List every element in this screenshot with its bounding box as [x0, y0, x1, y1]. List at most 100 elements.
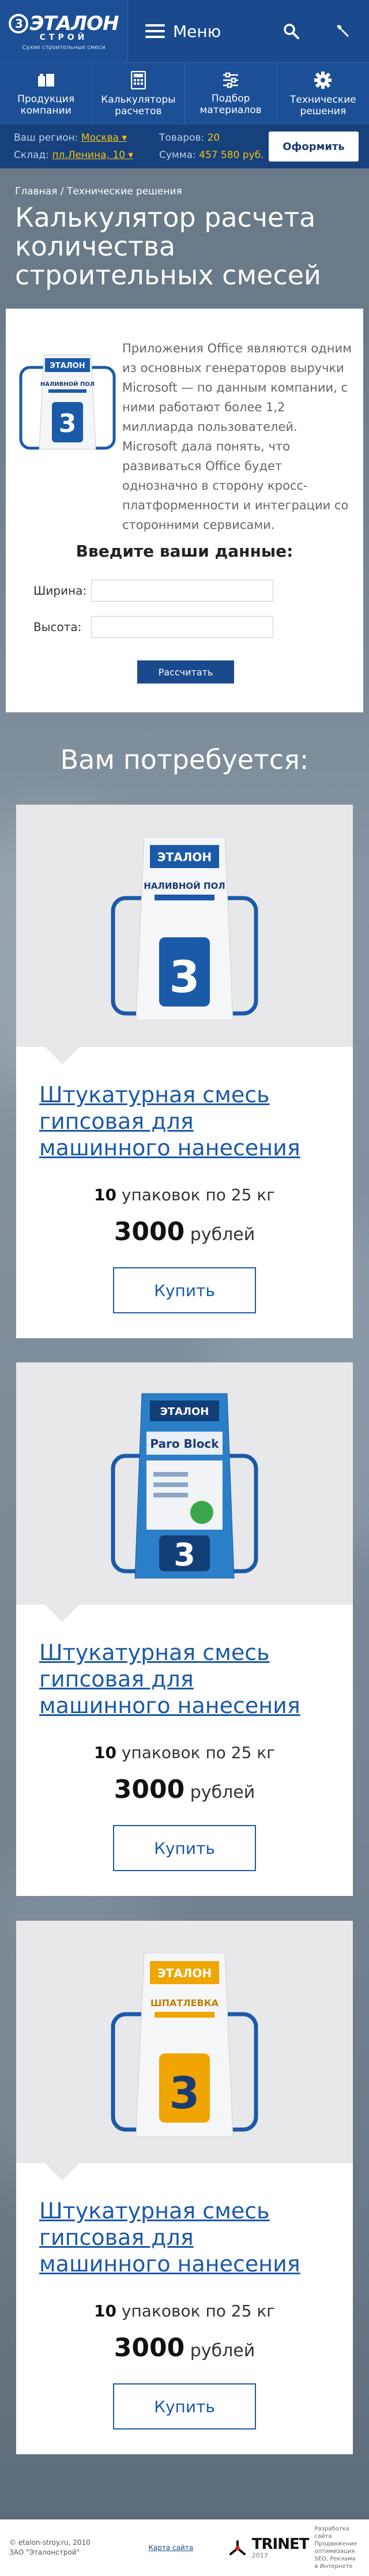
calculator-form-title: Введите ваши данные:: [76, 542, 293, 561]
store-select[interactable]: пл.Ленина, 10 ▾: [52, 149, 133, 161]
product-quantity: 10 упаковок по 25 кг: [16, 2301, 353, 2320]
store-label: Склад:: [14, 149, 49, 161]
product-name-link[interactable]: Штукатурная смесь гипсовая для машинного…: [39, 1639, 330, 1719]
calculator-product-image: ЭТАЛОН НАЛИВНОЙ ПОЛ 3: [18, 344, 116, 456]
trinet-logo[interactable]: TRINET 2017: [228, 2537, 309, 2559]
nav-item-products[interactable]: Продукция компании: [0, 63, 93, 125]
svg-text:НАЛИВНОЙ ПОЛ: НАЛИВНОЙ ПОЛ: [144, 880, 225, 891]
trinet-name: TRINET: [251, 2535, 310, 2553]
goods-label: Товаров:: [159, 132, 205, 144]
svg-text:ЭТАЛОН: ЭТАЛОН: [157, 850, 212, 864]
nav-label: Технические решения: [290, 93, 356, 117]
sitemap-link[interactable]: Карта сайта: [148, 2544, 193, 2552]
svg-text:ЭТАЛОН: ЭТАЛОН: [160, 1406, 209, 1418]
product-quantity: 10 упаковок по 25 кг: [16, 1185, 353, 1204]
price-unit: рублей: [190, 2341, 255, 2361]
header: 3 ЭТАЛОН СТРОЙ Сухие строительные смеси …: [0, 0, 369, 62]
page-title: Калькулятор расчета количества строитель…: [15, 202, 321, 291]
logo[interactable]: 3 ЭТАЛОН СТРОЙ Сухие строительные смеси: [0, 0, 128, 62]
breadcrumb: Главная / Технические решения: [0, 168, 369, 197]
bags-icon: [37, 73, 54, 87]
calculator-card: ЭТАЛОН НАЛИВНОЙ ПОЛ 3 Приложения Office …: [6, 309, 363, 712]
width-label: Ширина:: [33, 584, 87, 598]
nav-item-calculators[interactable]: Калькуляторы расчетов: [92, 63, 185, 125]
menu-label: Меню: [173, 21, 221, 41]
buy-button[interactable]: Купить: [113, 1267, 256, 1313]
sitemap: Карта сайта: [148, 2544, 227, 2552]
height-label: Высота:: [33, 620, 82, 634]
height-input[interactable]: [91, 616, 273, 638]
product-card: ЭТАЛОН ШПАТЛЕВКА 3 Штукатурная смесь гип…: [16, 1921, 353, 2454]
svg-text:НАЛИВНОЙ ПОЛ: НАЛИВНОЙ ПОЛ: [40, 380, 95, 388]
quantity-number: 10: [94, 1185, 117, 1204]
nav-item-materials[interactable]: Подбор материалов: [185, 63, 277, 125]
logo-mark: 3 ЭТАЛОН: [9, 12, 119, 35]
calculate-button[interactable]: Рассчитать: [137, 660, 234, 684]
nav-item-tech[interactable]: Технические решения: [277, 63, 369, 125]
goods-count: 20: [207, 132, 220, 144]
sum-label: Сумма:: [159, 149, 196, 161]
product-quantity: 10 упаковок по 25 кг: [16, 1743, 353, 1762]
svg-text:3: 3: [170, 951, 200, 1002]
copyright-line: © etalon-stroy.ru, 2010: [9, 2539, 91, 2547]
breadcrumb-link[interactable]: Главная / Технические решения: [15, 186, 182, 197]
svg-text:3: 3: [59, 409, 77, 438]
product-image[interactable]: ЭТАЛОН НАЛИВНОЙ ПОЛ 3: [110, 828, 259, 1032]
nav-label: Подбор материалов: [199, 92, 262, 116]
svg-text:Paro Block: Paro Block: [150, 1437, 219, 1451]
price-unit: рублей: [190, 1782, 255, 1803]
svg-text:ШПАТЛЕВКА: ШПАТЛЕВКА: [150, 1997, 219, 2008]
product-image[interactable]: ЭТАЛОН ШПАТЛЕВКА 3: [110, 1944, 259, 2148]
logo-text: ЭТАЛОН: [29, 12, 119, 35]
price-number: 3000: [114, 1217, 185, 1246]
quantity-number: 10: [94, 1743, 117, 1762]
svg-text:3: 3: [174, 1537, 195, 1573]
trinet-icon: [229, 2540, 246, 2555]
menu-button[interactable]: Меню: [128, 0, 265, 62]
quantity-number: 10: [94, 2301, 117, 2320]
logo-c3-icon: 3: [9, 13, 29, 33]
price-number: 3000: [114, 2333, 185, 2363]
copyright-company: ЗАО "Эталонстрой": [9, 2548, 80, 2556]
product-image[interactable]: ЭТАЛОН Paro Block 3: [110, 1385, 259, 1590]
wrench-icon: [337, 25, 349, 37]
width-row: Ширина:: [33, 580, 273, 602]
price-number: 3000: [114, 1775, 185, 1804]
footer: © etalon-stroy.ru, 2010 ЗАО "Эталонстрой…: [0, 2519, 369, 2576]
region-select[interactable]: Москва ▾: [81, 132, 127, 144]
search-button[interactable]: [265, 0, 317, 62]
nav-label: Калькуляторы расчетов: [101, 93, 176, 117]
main-nav: Продукция компании Калькуляторы расчетов…: [0, 62, 369, 125]
product-image-area: ЭТАЛОН Paro Block 3: [16, 1362, 353, 1622]
product-price: 3000 рублей: [16, 2333, 353, 2363]
svg-text:3: 3: [170, 2067, 200, 2119]
logo-tagline: Сухие строительные смеси: [22, 44, 106, 51]
hamburger-icon: [145, 24, 165, 38]
product-card: ЭТАЛОН НАЛИВНОЙ ПОЛ 3 Штукатурная смесь …: [16, 805, 353, 1338]
page: 3 ЭТАЛОН СТРОЙ Сухие строительные смеси …: [0, 0, 369, 2576]
cart-info: Товаров: 20 Сумма: 457 580 руб.: [159, 132, 269, 161]
tools-button[interactable]: [317, 0, 369, 62]
svg-text:ЭТАЛОН: ЭТАЛОН: [157, 1966, 212, 1980]
price-unit: рублей: [190, 1225, 255, 1245]
product-name-link[interactable]: Штукатурная смесь гипсовая для машинного…: [39, 1082, 330, 1161]
trinet-description: Разработка сайта Продвижение оптимизация…: [314, 2526, 357, 2570]
quantity-text: упаковок по 25 кг: [121, 1743, 275, 1762]
location-info: Ваш регион: Москва ▾ Склад: пл.Ленина, 1…: [14, 132, 159, 161]
calculator-icon: [130, 70, 146, 89]
product-price: 3000 рублей: [16, 1775, 353, 1804]
nav-label: Продукция компании: [17, 93, 75, 117]
info-bar: Ваш регион: Москва ▾ Склад: пл.Ленина, 1…: [0, 125, 369, 168]
buy-button[interactable]: Купить: [113, 2383, 256, 2429]
product-image-area: ЭТАЛОН ШПАТЛЕВКА 3: [16, 1921, 353, 2180]
sum-value: 457 580 руб.: [199, 149, 264, 161]
buy-button[interactable]: Купить: [113, 1825, 256, 1871]
search-icon: [284, 24, 299, 39]
order-button[interactable]: Оформить: [269, 132, 359, 162]
calculator-description: Приложения Office являются одним из осно…: [122, 341, 352, 532]
copyright: © etalon-stroy.ru, 2010 ЗАО "Эталонстрой…: [9, 2538, 148, 2558]
product-name-link[interactable]: Штукатурная смесь гипсовая для машинного…: [39, 2198, 330, 2277]
gear-icon: [314, 71, 332, 89]
quantity-text: упаковок по 25 кг: [121, 1185, 275, 1204]
width-input[interactable]: [91, 580, 273, 602]
